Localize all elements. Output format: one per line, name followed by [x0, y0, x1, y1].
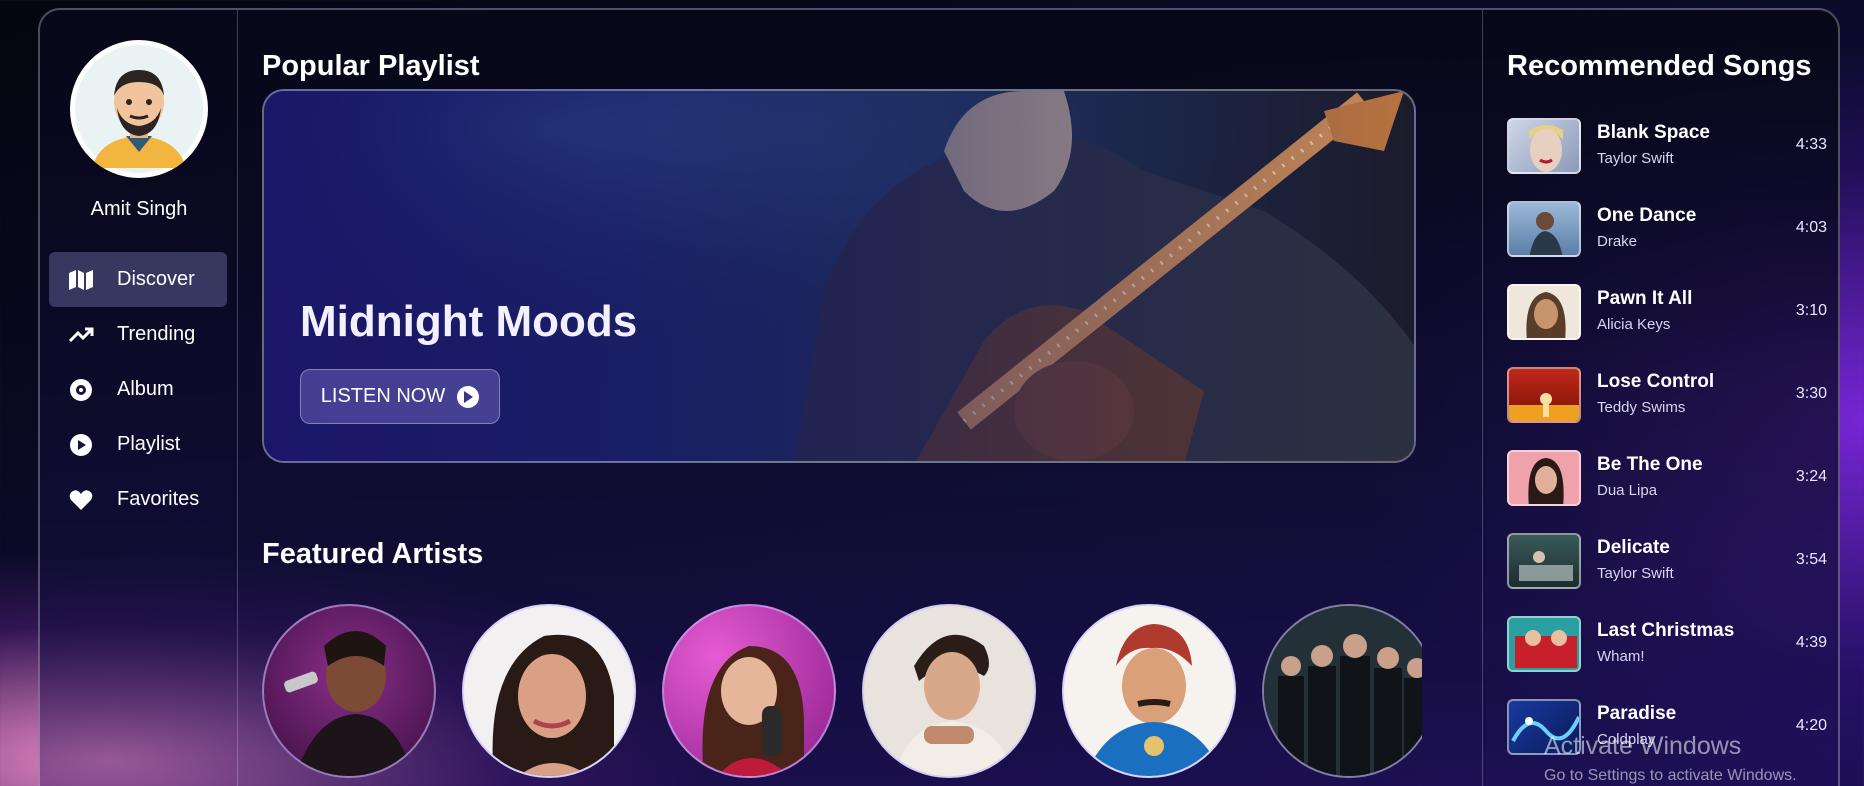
song-title: Pawn It All — [1597, 288, 1693, 309]
song-artist: Taylor Swift — [1597, 150, 1674, 167]
sidebar-nav: Discover Trending Album Playlist Favorit… — [49, 252, 227, 527]
song-thumbnail — [1507, 284, 1581, 340]
playlist-banner[interactable]: Midnight Moods LISTEN NOW — [262, 89, 1416, 463]
song-duration: 4:33 — [1795, 136, 1827, 153]
play-icon — [457, 385, 480, 408]
app-window: Amit Singh Discover Trending Album Playl… — [38, 8, 1840, 786]
sidebar-item-label: Album — [117, 378, 174, 400]
song-thumbnail — [1507, 533, 1581, 589]
song-thumbnail — [1507, 367, 1581, 423]
sidebar-item-discover[interactable]: Discover — [49, 252, 227, 307]
listen-now-button[interactable]: LISTEN NOW — [300, 369, 500, 424]
song-thumbnail — [1507, 118, 1581, 174]
song-item[interactable]: Be The One Dua Lipa 3:24 — [1507, 450, 1827, 510]
activate-windows-watermark: Activate Windows Go to Settings to activ… — [1544, 732, 1797, 785]
song-artist: Teddy Swims — [1597, 399, 1686, 416]
featured-artists-title: Featured Artists — [262, 538, 484, 570]
artist-avatar[interactable] — [662, 604, 836, 778]
recommended-title: Recommended Songs — [1507, 50, 1812, 82]
disc-icon — [67, 378, 95, 402]
main-content: Popular Playlist Midnight Moods LISTEN N… — [238, 10, 1482, 786]
song-artist: Alicia Keys — [1597, 316, 1671, 333]
listen-now-label: LISTEN NOW — [320, 385, 446, 407]
song-duration: 3:30 — [1795, 385, 1827, 402]
song-thumbnail — [1507, 201, 1581, 257]
sidebar-item-trending[interactable]: Trending — [49, 307, 227, 362]
sidebar-item-favorites[interactable]: Favorites — [49, 472, 227, 527]
sidebar-item-album[interactable]: Album — [49, 362, 227, 417]
sidebar-item-playlist[interactable]: Playlist — [49, 417, 227, 472]
heart-icon — [67, 488, 95, 512]
song-thumbnail — [1507, 616, 1581, 672]
banner-title: Midnight Moods — [300, 297, 638, 346]
song-title: Delicate — [1597, 537, 1670, 558]
artist-avatar[interactable] — [262, 604, 436, 778]
song-thumbnail — [1507, 450, 1581, 506]
song-title: Paradise — [1597, 703, 1677, 724]
trending-icon — [67, 323, 95, 347]
popular-playlist-title: Popular Playlist — [262, 50, 480, 82]
sidebar-item-label: Favorites — [117, 488, 200, 510]
song-duration: 3:10 — [1795, 302, 1827, 319]
recommended-panel: Recommended Songs Blank Space Taylor Swi… — [1482, 10, 1838, 786]
song-duration: 3:24 — [1795, 468, 1827, 485]
song-artist: Drake — [1597, 233, 1638, 250]
avatar[interactable] — [70, 40, 208, 178]
map-icon — [67, 268, 95, 292]
song-duration: 4:03 — [1795, 219, 1827, 236]
artist-avatar[interactable] — [1262, 604, 1422, 778]
song-title: One Dance — [1597, 205, 1697, 226]
song-title: Be The One — [1597, 454, 1703, 475]
song-title: Last Christmas — [1597, 620, 1735, 641]
artist-avatar[interactable] — [862, 604, 1036, 778]
song-item[interactable]: Lose Control Teddy Swims 3:30 — [1507, 367, 1827, 427]
song-duration: 3:54 — [1795, 551, 1827, 568]
watermark-line2: Go to Settings to activate Windows. — [1544, 767, 1797, 784]
song-artist: Dua Lipa — [1597, 482, 1658, 499]
featured-artists-row — [262, 604, 1422, 786]
song-artist: Wham! — [1597, 648, 1645, 665]
song-title: Lose Control — [1597, 371, 1715, 392]
avatar-illustration — [75, 45, 203, 173]
watermark-line1: Activate Windows — [1544, 732, 1742, 760]
user-name: Amit Singh — [90, 198, 188, 220]
song-item[interactable]: Pawn It All Alicia Keys 3:10 — [1507, 284, 1827, 344]
song-artist: Taylor Swift — [1597, 565, 1674, 582]
sidebar-item-label: Discover — [117, 268, 195, 290]
song-duration: 4:39 — [1795, 634, 1827, 651]
song-item[interactable]: Blank Space Taylor Swift 4:33 — [1507, 118, 1827, 178]
sidebar-item-label: Trending — [117, 323, 196, 345]
song-item[interactable]: Last Christmas Wham! 4:39 — [1507, 616, 1827, 676]
sidebar-item-label: Playlist — [117, 433, 181, 455]
artist-avatar[interactable] — [1062, 604, 1236, 778]
sidebar: Amit Singh Discover Trending Album Playl… — [40, 10, 238, 786]
song-title: Blank Space — [1597, 122, 1710, 143]
artist-avatar[interactable] — [462, 604, 636, 778]
play-circle-icon — [67, 433, 95, 457]
song-item[interactable]: Delicate Taylor Swift 3:54 — [1507, 533, 1827, 593]
song-item[interactable]: One Dance Drake 4:03 — [1507, 201, 1827, 261]
song-duration: 4:20 — [1795, 717, 1827, 734]
